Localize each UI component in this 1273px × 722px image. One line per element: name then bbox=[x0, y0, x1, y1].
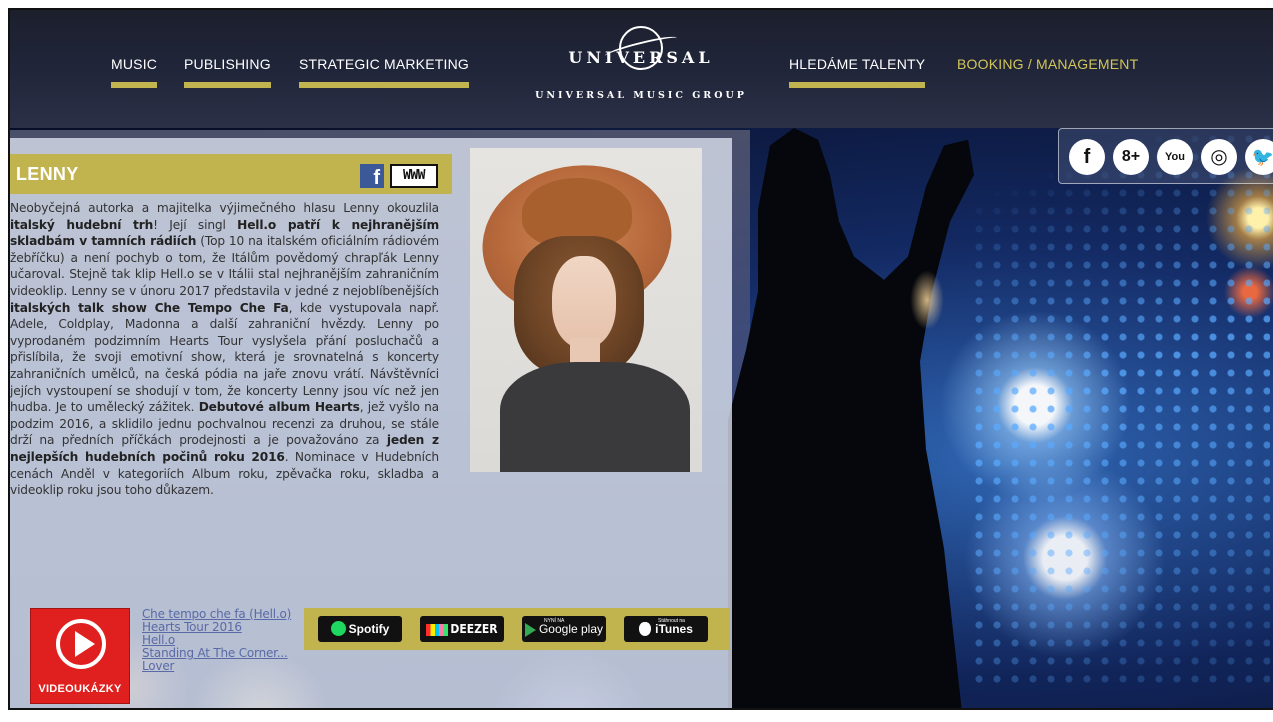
nav-underline bbox=[789, 82, 926, 88]
video-button[interactable]: VIDEOUKÁZKY bbox=[30, 608, 130, 704]
nav-hledame-talenty[interactable]: HLEDÁME TALENTY bbox=[789, 56, 926, 88]
nav-label: PUBLISHING bbox=[184, 56, 271, 72]
streaming-bar: Spotify DEEZER NYNÍ NA Google play Stáhn… bbox=[304, 608, 730, 650]
video-link[interactable]: Lover bbox=[142, 660, 302, 673]
light-glow bbox=[910, 270, 944, 330]
spotify-button[interactable]: Spotify bbox=[318, 616, 402, 642]
bio-text: Neobyčejná autorka a majitelka výjimečné… bbox=[10, 201, 439, 215]
nav-label: MUSIC bbox=[111, 56, 158, 72]
google-play-button[interactable]: NYNÍ NA Google play bbox=[522, 616, 606, 642]
google-play-label: Google play bbox=[538, 622, 604, 636]
nav-label: HLEDÁME TALENTY bbox=[789, 56, 926, 72]
google-plus-icon[interactable]: 8+ bbox=[1113, 139, 1149, 175]
nav-underline bbox=[111, 82, 158, 88]
google-play-icon bbox=[524, 622, 536, 637]
artist-bio: Neobyčejná autorka a majitelka výjimečné… bbox=[10, 200, 439, 499]
spotify-icon bbox=[330, 621, 346, 637]
site-header: MUSIC PUBLISHING STRATEGIC MARKETING UNI… bbox=[10, 10, 1273, 128]
nav-booking-management[interactable]: BOOKING / MANAGEMENT bbox=[957, 56, 1138, 72]
nav-music[interactable]: MUSIC bbox=[111, 56, 158, 88]
shirt bbox=[500, 362, 690, 472]
spotify-label: Spotify bbox=[348, 622, 390, 636]
social-bar: f 8+ You ◎ 🐦 bbox=[1058, 128, 1273, 184]
artist-name: LENNY bbox=[16, 164, 79, 184]
play-icon bbox=[75, 631, 95, 657]
nav-strategic-marketing[interactable]: STRATEGIC MARKETING bbox=[299, 56, 469, 88]
nav-label: BOOKING / MANAGEMENT bbox=[957, 56, 1139, 72]
bio-highlight: italských talk show Che Tempo Che Fa bbox=[10, 300, 289, 315]
instagram-icon[interactable]: ◎ bbox=[1201, 139, 1237, 175]
nav-publishing[interactable]: PUBLISHING bbox=[184, 56, 271, 88]
nav-label: STRATEGIC MARKETING bbox=[299, 56, 469, 72]
logo-subtitle: UNIVERSAL MUSIC GROUP bbox=[535, 90, 747, 101]
deezer-icon bbox=[426, 623, 449, 636]
bio-text: , kde vystupovala např. Adele, Coldplay,… bbox=[10, 300, 439, 415]
artist-website-button[interactable]: WWW bbox=[390, 164, 438, 188]
artist-photo bbox=[470, 148, 702, 472]
itunes-small-label: Stáhnout na bbox=[658, 618, 685, 624]
nav-underline bbox=[184, 82, 271, 88]
itunes-label: iTunes bbox=[655, 622, 693, 636]
video-links: Che tempo che fa (Hell.o) Hearts Tour 20… bbox=[142, 608, 302, 673]
twitter-icon[interactable]: 🐦 bbox=[1245, 139, 1273, 175]
artist-facebook-button[interactable]: f bbox=[360, 164, 384, 189]
youtube-icon[interactable]: You bbox=[1157, 139, 1193, 175]
page-frame: MUSIC PUBLISHING STRATEGIC MARKETING UNI… bbox=[8, 8, 1273, 710]
bio-text: ! Její singl bbox=[153, 217, 238, 232]
logo-text: UNIVERSAL bbox=[568, 48, 714, 67]
facebook-icon[interactable]: f bbox=[1069, 139, 1105, 175]
apple-icon bbox=[639, 621, 652, 636]
video-label: VIDEOUKÁZKY bbox=[38, 683, 122, 695]
deezer-button[interactable]: DEEZER bbox=[420, 616, 504, 642]
artist-panel: LENNY f WWW Neobyčejná autorka a majitel… bbox=[10, 138, 732, 708]
google-play-small-label: NYNÍ NA bbox=[544, 618, 565, 624]
stage-lights bbox=[970, 130, 1270, 690]
artist-title-bar: LENNY f WWW bbox=[10, 154, 452, 194]
nav-underline bbox=[299, 82, 469, 88]
face bbox=[552, 256, 616, 348]
deezer-label: DEEZER bbox=[450, 622, 498, 636]
bio-highlight: Debutové album Hearts bbox=[198, 400, 360, 415]
universal-logo[interactable]: UNIVERSAL UNIVERSAL MUSIC GROUP bbox=[526, 26, 756, 116]
bottom-strip bbox=[0, 710, 1273, 722]
itunes-button[interactable]: Stáhnout na iTunes bbox=[624, 616, 708, 642]
bio-highlight: italský hudební trh bbox=[10, 217, 154, 232]
